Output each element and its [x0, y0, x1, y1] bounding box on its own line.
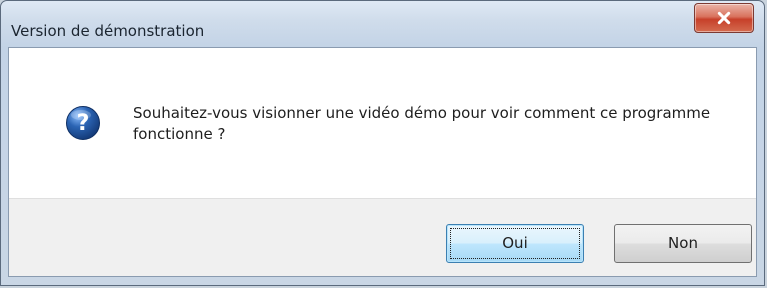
question-icon: ?	[66, 106, 100, 140]
no-button[interactable]: Non	[614, 224, 752, 263]
close-button[interactable]	[694, 3, 754, 33]
dialog-client-area: ? Souhaitez-vous visionner une vidéo dém…	[8, 47, 757, 277]
no-button-label: Non	[668, 234, 698, 252]
close-icon	[717, 11, 731, 25]
yes-button-label: Oui	[502, 234, 528, 252]
button-bar: Oui Non	[9, 198, 756, 276]
yes-button[interactable]: Oui	[446, 224, 584, 263]
dialog-window: Version de démonstration ? Souhaitez-vou…	[0, 0, 765, 286]
title-bar[interactable]: Version de démonstration	[1, 1, 764, 47]
svg-text:?: ?	[77, 111, 90, 136]
window-title: Version de démonstration	[11, 22, 205, 40]
dialog-message: Souhaitez-vous visionner une vidéo démo …	[133, 104, 711, 143]
message-area: ? Souhaitez-vous visionner une vidéo dém…	[9, 48, 756, 198]
